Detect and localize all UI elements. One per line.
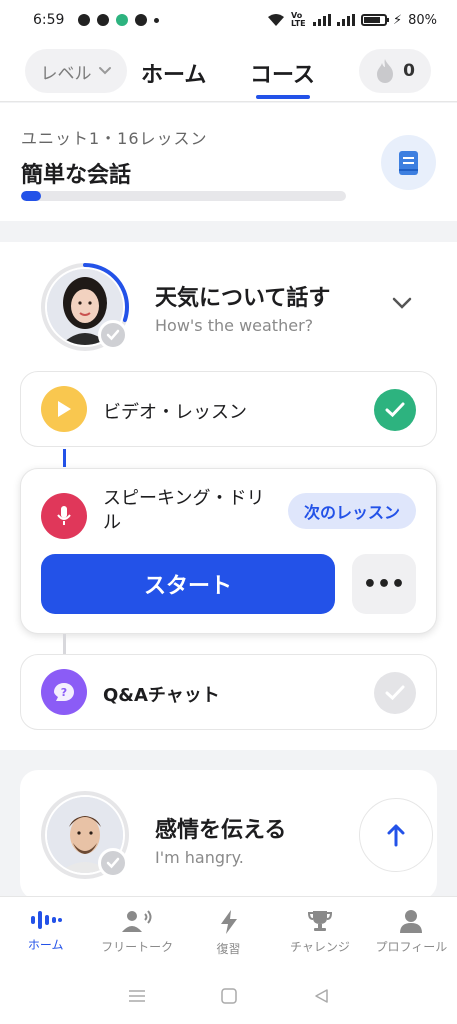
back-triangle-icon[interactable]	[313, 988, 329, 1004]
tab-home[interactable]: ホーム	[141, 57, 206, 89]
avatar-check-icon	[98, 320, 128, 350]
lesson-group-subtitle: I'm hangry.	[155, 848, 244, 867]
profile-icon	[400, 910, 423, 933]
menu-icon[interactable]	[128, 989, 146, 1003]
unit-progress-fill	[21, 191, 41, 201]
lesson-label: Q&Aチャット	[103, 685, 220, 706]
lesson-group-title: 天気について話す	[155, 286, 331, 311]
streak-count: 0	[403, 61, 415, 81]
chat-notification-icon	[78, 14, 91, 26]
scroll-to-current-button[interactable]	[359, 798, 433, 872]
volte-label: VoLTE	[290, 11, 306, 28]
nav-challenge[interactable]: チャレンジ	[274, 897, 365, 968]
bottom-navigation: ホーム フリートーク 復習 チャレンジ プロフィール	[0, 896, 457, 968]
status-bar: 6:59 VoLTE ⚡ 80%	[0, 0, 457, 40]
tutor-avatar-progress	[40, 262, 130, 352]
nav-free-talk[interactable]: フリートーク	[91, 897, 182, 968]
active-tab-indicator	[256, 95, 310, 99]
flame-icon	[377, 59, 394, 83]
tab-course[interactable]: コース	[250, 57, 315, 89]
completed-check-icon	[374, 389, 416, 431]
unit-book-button[interactable]	[381, 135, 436, 190]
nav-label: ホーム	[27, 938, 64, 952]
unit-subtitle: ユニット1・16レッスン	[21, 129, 208, 148]
free-talk-icon	[122, 910, 152, 932]
phone-notification-icon	[116, 14, 129, 26]
collapse-chevron-icon[interactable]	[391, 296, 413, 310]
chevron-down-icon	[98, 67, 111, 75]
more-options-button[interactable]: •••	[352, 554, 416, 614]
wifi-icon	[267, 14, 284, 26]
unit-progress-bar	[21, 191, 346, 201]
more-notifications-icon	[154, 17, 160, 23]
home-waveform-icon	[30, 911, 62, 929]
svg-text:?: ?	[61, 686, 67, 699]
lesson-group-emotions[interactable]: 感情を伝える I'm hangry.	[20, 770, 437, 900]
lesson-video[interactable]: ビデオ・レッスン	[20, 371, 437, 447]
level-selector[interactable]: レベル	[25, 49, 127, 93]
lesson-qa-chat[interactable]: ? Q&Aチャット	[20, 654, 437, 730]
lesson-speaking-drill: スピーキング・ドリル 次のレッスン スタート •••	[20, 468, 437, 634]
next-lesson-badge: 次のレッスン	[287, 493, 416, 529]
battery-percent: 80%	[408, 12, 437, 28]
level-label: レベル	[40, 63, 92, 84]
start-button[interactable]: スタート	[41, 554, 335, 614]
book-icon	[398, 150, 418, 175]
play-icon	[41, 386, 87, 432]
tutor-avatar-progress	[40, 790, 130, 880]
avatar-check-icon	[98, 848, 128, 878]
nav-home[interactable]: ホーム	[0, 897, 91, 968]
nav-label: プロフィール	[375, 940, 448, 954]
nav-label: フリートーク	[101, 940, 174, 954]
lesson-label: スピーキング・ドリル	[103, 488, 265, 533]
lightning-icon	[220, 910, 237, 934]
system-navigation-bar	[0, 968, 457, 1024]
nav-profile[interactable]: プロフィール	[366, 897, 457, 968]
app-notification-icon	[135, 14, 148, 26]
streak-counter[interactable]: 0	[359, 49, 431, 93]
battery-icon	[360, 14, 389, 26]
home-square-icon[interactable]	[221, 988, 238, 1004]
lesson-connector	[63, 634, 66, 654]
lesson-group-weather: 天気について話す How's the weather? ビデオ・レッスン スピー…	[0, 242, 457, 750]
nav-label: 復習	[216, 942, 241, 956]
lesson-group-subtitle: How's the weather?	[155, 316, 314, 335]
top-header: レベル ホーム コース 0	[0, 40, 457, 102]
lesson-connector	[63, 449, 66, 467]
lesson-label: ビデオ・レッスン	[103, 402, 247, 423]
signal-icon-2	[336, 14, 355, 26]
line-notification-icon	[97, 14, 110, 26]
notification-icons	[78, 14, 160, 26]
status-time: 6:59	[33, 12, 65, 28]
nav-label: チャレンジ	[289, 940, 350, 954]
chat-bubble-icon: ?	[41, 669, 87, 715]
microphone-icon	[41, 493, 87, 539]
pending-check-icon	[374, 672, 416, 714]
unit-card: ユニット1・16レッスン 簡単な会話	[0, 103, 457, 221]
lesson-group-title: 感情を伝える	[155, 818, 287, 843]
trophy-icon	[307, 911, 332, 931]
unit-title: 簡単な会話	[21, 163, 132, 188]
nav-review[interactable]: 復習	[183, 897, 274, 968]
arrow-up-icon	[387, 824, 405, 847]
charging-icon: ⚡	[392, 12, 403, 28]
status-right: VoLTE ⚡ 80%	[267, 12, 437, 28]
signal-icon	[312, 14, 331, 26]
